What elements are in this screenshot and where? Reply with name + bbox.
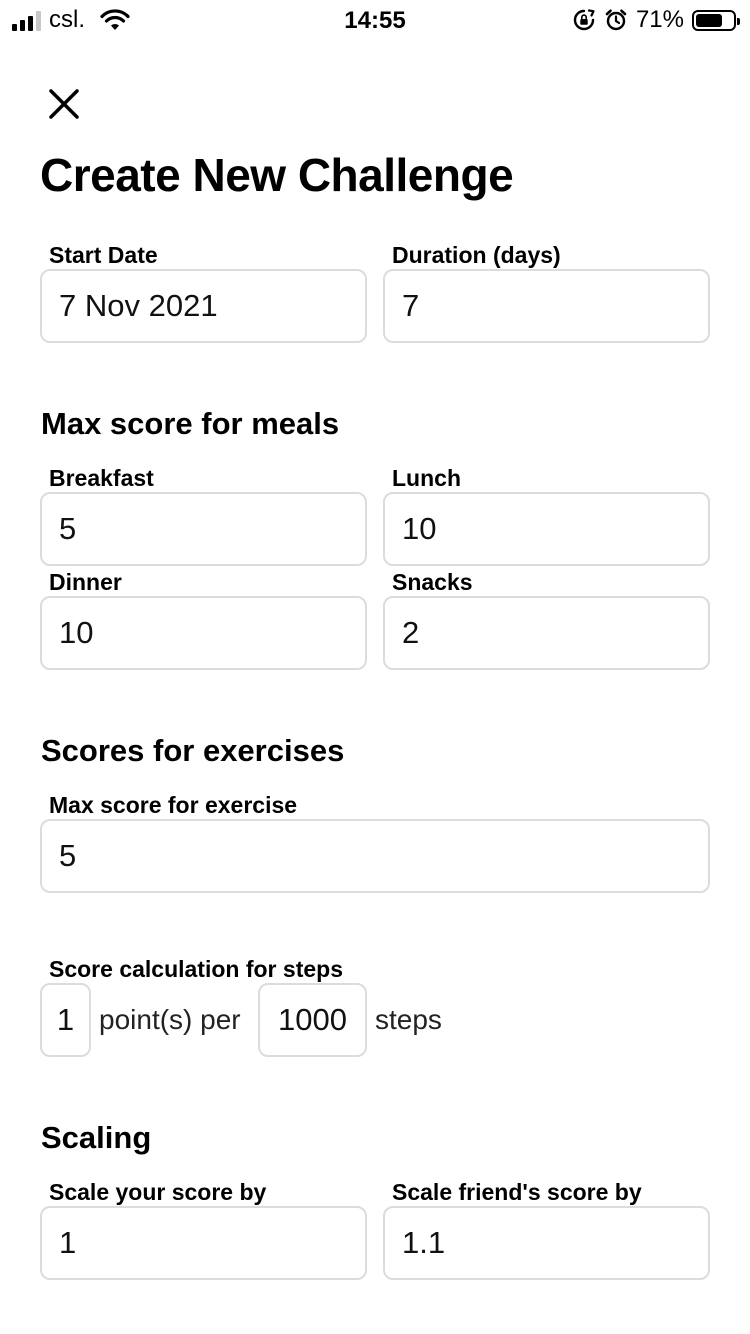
status-right: 71% bbox=[572, 6, 740, 34]
steps-field[interactable]: 1000 bbox=[258, 983, 367, 1057]
duration-label: Duration (days) bbox=[392, 242, 561, 268]
breakfast-field[interactable]: 5 bbox=[40, 492, 367, 566]
scaling-section-title: Scaling bbox=[41, 1120, 152, 1155]
rotation-lock-icon bbox=[573, 9, 595, 31]
battery-level bbox=[696, 13, 722, 27]
close-button[interactable] bbox=[44, 84, 84, 124]
scale-friend-label: Scale friend's score by bbox=[392, 1179, 642, 1205]
lunch-label: Lunch bbox=[392, 465, 461, 491]
battery-percent: 71% bbox=[635, 6, 684, 33]
dinner-field[interactable]: 10 bbox=[40, 596, 367, 670]
breakfast-label: Breakfast bbox=[49, 465, 154, 491]
steps-text: steps bbox=[375, 1004, 442, 1035]
create-challenge-screen: csl. 14:55 71% Create New Challenge Star… bbox=[0, 0, 750, 1334]
start-date-field[interactable]: 7 Nov 2021 bbox=[40, 269, 367, 343]
steps-calculation-label: Score calculation for steps bbox=[49, 956, 343, 982]
scale-friend-field[interactable]: 1.1 bbox=[383, 1206, 710, 1280]
max-exercise-field[interactable]: 5 bbox=[40, 819, 710, 893]
scale-your-label: Scale your score by bbox=[49, 1179, 267, 1205]
page-title: Create New Challenge bbox=[40, 149, 514, 201]
alarm-icon bbox=[605, 9, 627, 31]
battery-icon bbox=[692, 9, 740, 31]
exercises-section-title: Scores for exercises bbox=[41, 733, 345, 768]
close-icon bbox=[49, 89, 79, 119]
dinner-label: Dinner bbox=[49, 569, 122, 595]
scale-your-field[interactable]: 1 bbox=[40, 1206, 367, 1280]
snacks-label: Snacks bbox=[392, 569, 473, 595]
start-date-label: Start Date bbox=[49, 242, 158, 268]
points-field[interactable]: 1 bbox=[40, 983, 91, 1057]
status-bar: csl. 14:55 71% bbox=[0, 0, 750, 40]
snacks-field[interactable]: 2 bbox=[383, 596, 710, 670]
duration-field[interactable]: 7 bbox=[383, 269, 710, 343]
meals-section-title: Max score for meals bbox=[41, 406, 340, 441]
max-exercise-label: Max score for exercise bbox=[49, 792, 298, 818]
points-per-text: point(s) per bbox=[99, 1004, 241, 1035]
lunch-field[interactable]: 10 bbox=[383, 492, 710, 566]
